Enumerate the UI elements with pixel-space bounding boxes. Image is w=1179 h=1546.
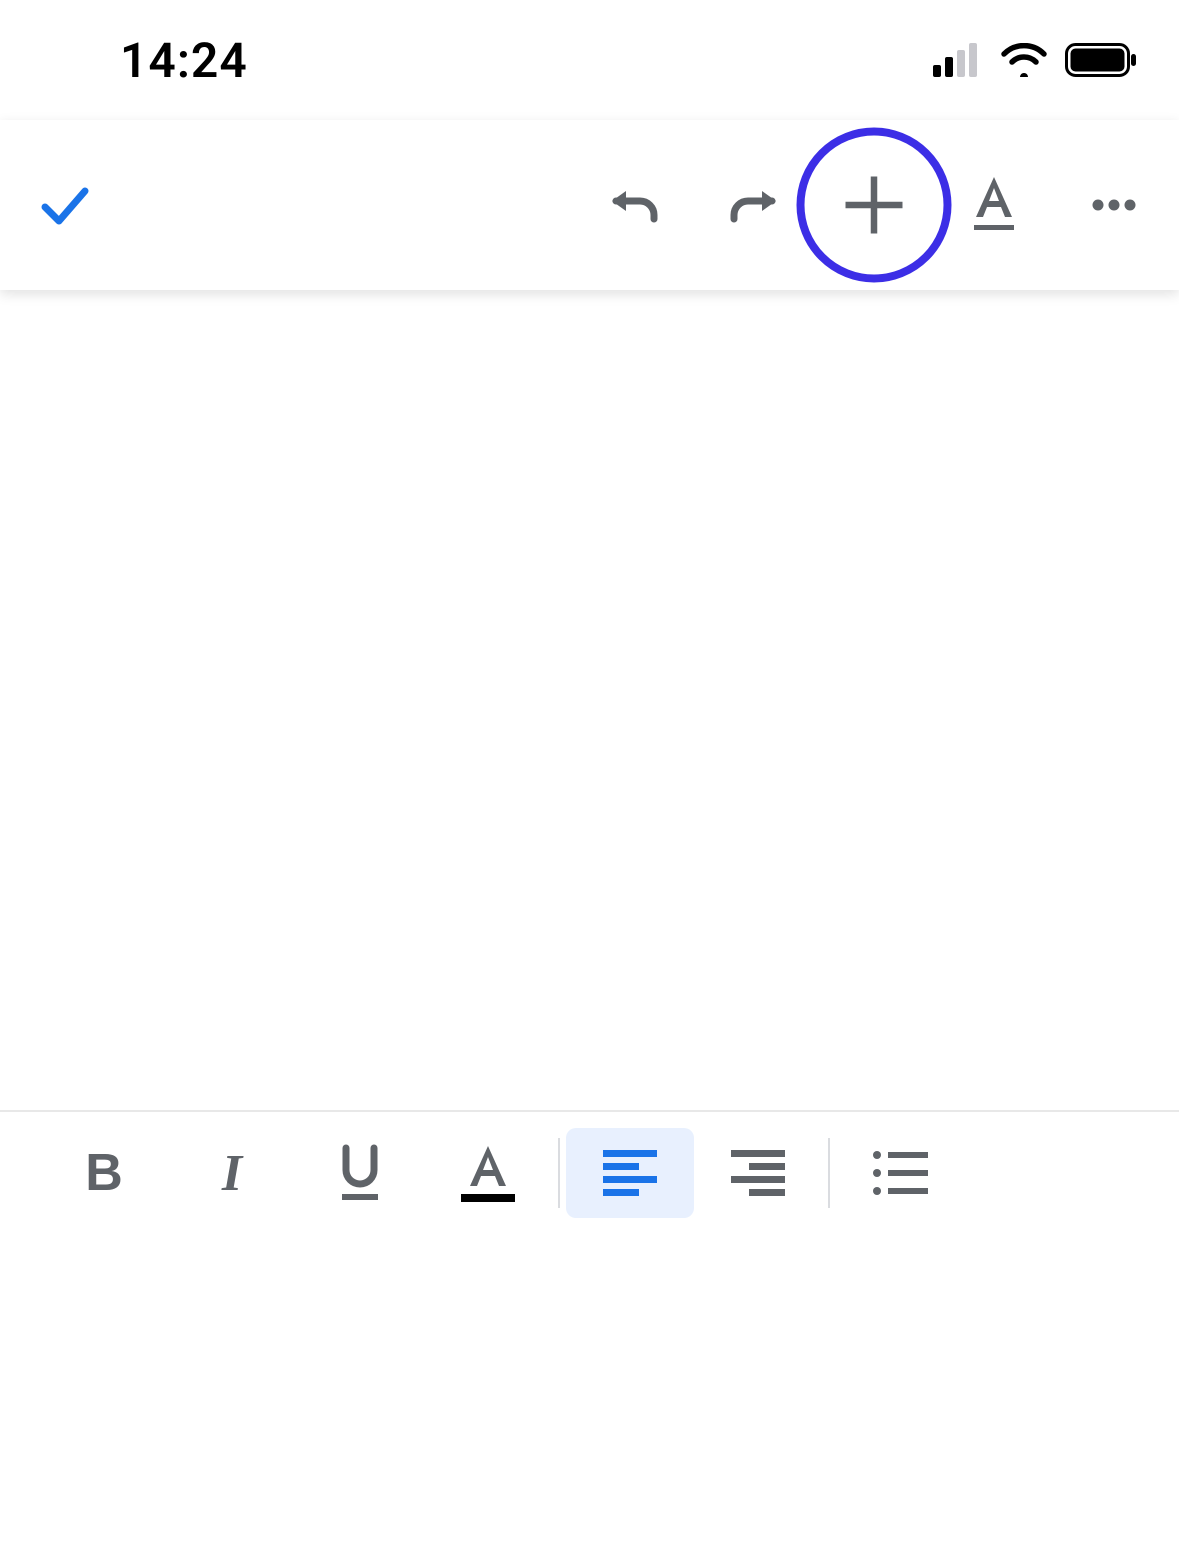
wifi-icon <box>1001 43 1047 77</box>
underline-button[interactable] <box>296 1128 424 1218</box>
done-button[interactable] <box>30 170 100 240</box>
document-canvas[interactable] <box>0 290 1179 1150</box>
status-time: 14:24 <box>120 32 248 89</box>
plus-icon <box>839 162 909 248</box>
underline-icon <box>332 1142 388 1204</box>
top-toolbar <box>0 120 1179 290</box>
bold-icon: B <box>85 1143 123 1203</box>
text-format-icon <box>966 173 1022 237</box>
bulleted-list-icon <box>872 1150 928 1196</box>
align-left-button[interactable] <box>566 1128 694 1218</box>
status-indicators <box>933 43 1139 77</box>
toolbar-divider <box>558 1138 560 1208</box>
cellular-signal-icon <box>933 43 983 77</box>
status-bar: 14:24 <box>0 0 1179 120</box>
bulleted-list-button[interactable] <box>836 1128 964 1218</box>
align-left-icon <box>603 1150 657 1196</box>
italic-icon: I <box>222 1144 242 1203</box>
align-right-button[interactable] <box>694 1128 822 1218</box>
redo-button[interactable] <box>719 170 789 240</box>
undo-button[interactable] <box>599 170 669 240</box>
more-button[interactable] <box>1079 170 1149 240</box>
format-toolbar: B I <box>0 1110 1179 1234</box>
redo-icon <box>726 177 782 233</box>
text-color-icon <box>455 1140 521 1206</box>
italic-button[interactable]: I <box>168 1128 296 1218</box>
text-color-button[interactable] <box>424 1128 552 1218</box>
bold-button[interactable]: B <box>40 1128 168 1218</box>
toolbar-divider <box>828 1138 830 1208</box>
more-horizontal-icon <box>1086 177 1142 233</box>
undo-icon <box>606 177 662 233</box>
insert-button[interactable] <box>839 170 909 240</box>
align-right-icon <box>731 1150 785 1196</box>
text-format-button[interactable] <box>959 170 1029 240</box>
battery-icon <box>1065 43 1139 77</box>
checkmark-icon <box>37 177 93 233</box>
